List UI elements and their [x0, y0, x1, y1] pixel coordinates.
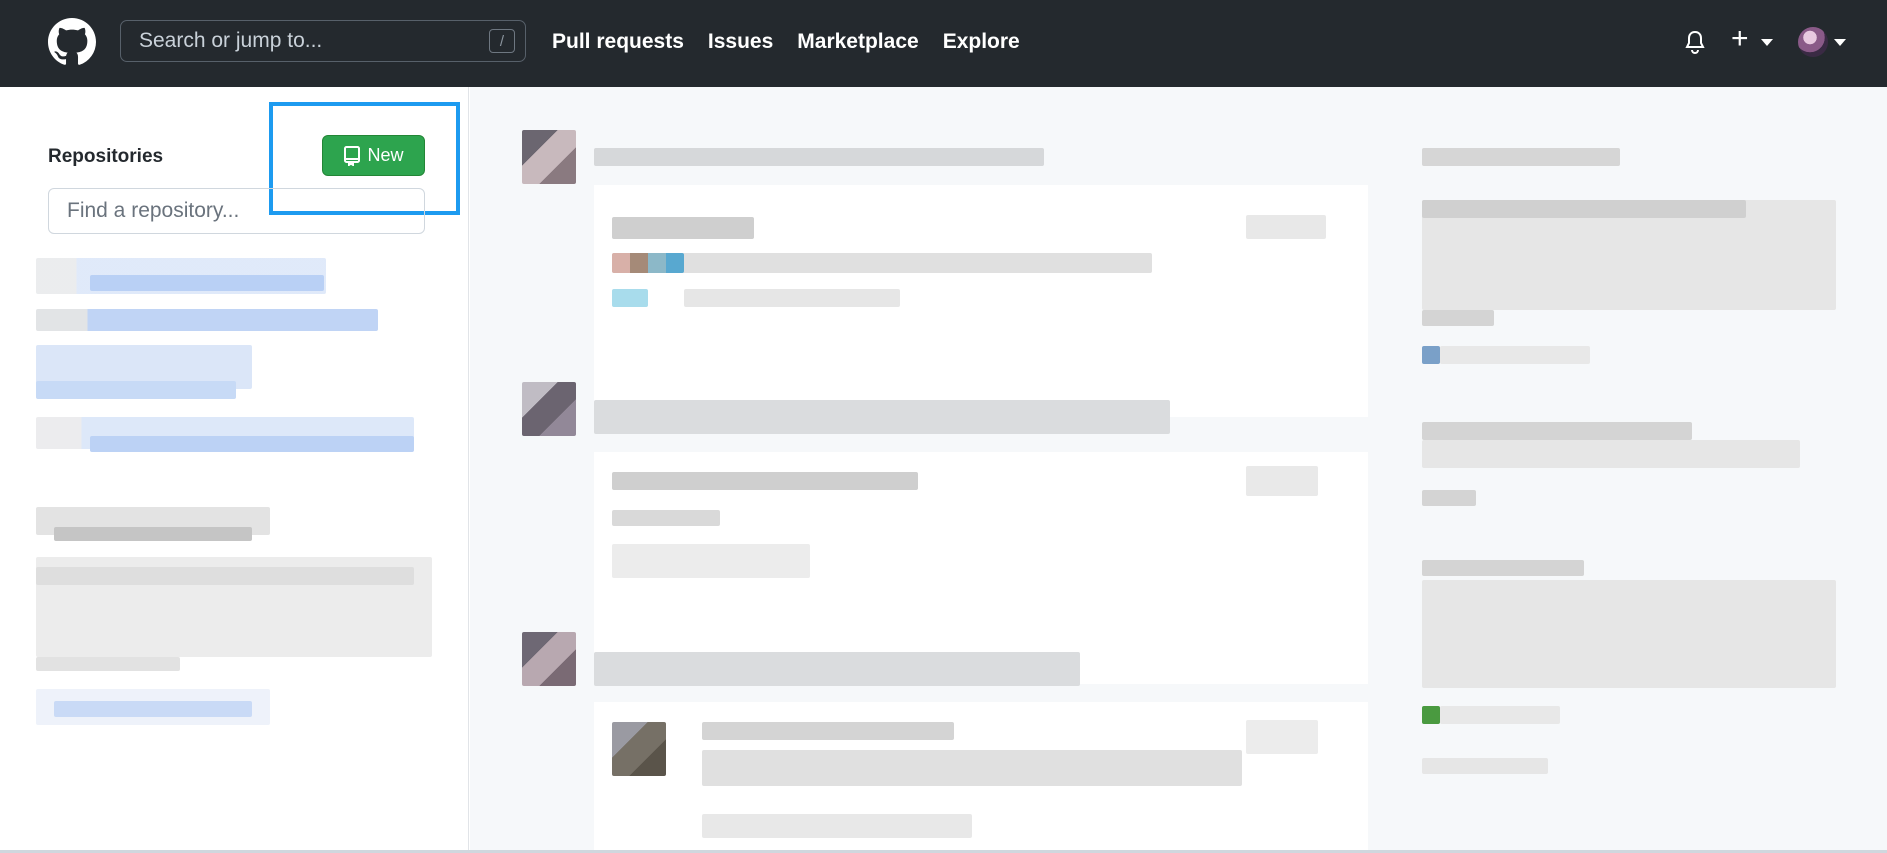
blurred-avatar[interactable] [522, 632, 576, 686]
top-header: / Pull requests Issues Marketplace Explo… [0, 0, 1887, 87]
blurred-repo-item[interactable] [90, 275, 324, 291]
feed-card[interactable] [594, 185, 1368, 417]
slash-shortcut-hint: / [489, 29, 515, 53]
nav-marketplace[interactable]: Marketplace [797, 30, 918, 54]
find-repository-input[interactable] [49, 189, 424, 233]
search-input[interactable] [121, 21, 525, 61]
repositories-heading: Repositories [48, 146, 164, 167]
notification-bell-icon[interactable] [1683, 29, 1707, 55]
blurred-repo-item[interactable] [36, 309, 378, 331]
create-new-plus-icon[interactable]: + [1731, 24, 1749, 54]
nav-explore[interactable]: Explore [943, 30, 1020, 54]
feed-card[interactable] [594, 452, 1368, 684]
blurred-link[interactable] [54, 701, 252, 717]
blurred-avatar[interactable] [522, 130, 576, 184]
blurred-block [36, 657, 180, 671]
github-logo-icon[interactable] [48, 18, 96, 66]
blurred-feed-title [594, 148, 1044, 166]
blurred-avatar[interactable] [522, 382, 576, 436]
blurred-block [36, 567, 414, 585]
nav-pull-requests[interactable]: Pull requests [552, 30, 684, 54]
blurred-feed-title [594, 400, 1170, 434]
nav-issues[interactable]: Issues [708, 30, 773, 54]
blurred-repo-item[interactable] [36, 381, 236, 399]
search-box[interactable]: / [120, 20, 526, 62]
blurred-block [54, 527, 252, 541]
sidebar: Repositories New [0, 87, 469, 853]
chevron-down-icon[interactable] [1761, 39, 1773, 46]
feed-card[interactable] [594, 702, 1368, 853]
header-nav: Pull requests Issues Marketplace Explore [552, 30, 1020, 54]
find-repository-box[interactable] [48, 188, 425, 234]
main-feed [470, 87, 1887, 853]
blurred-feed-title [594, 652, 1080, 686]
blurred-repo-item[interactable] [90, 436, 414, 452]
chevron-down-icon[interactable] [1834, 39, 1846, 46]
user-avatar[interactable] [1798, 27, 1828, 57]
